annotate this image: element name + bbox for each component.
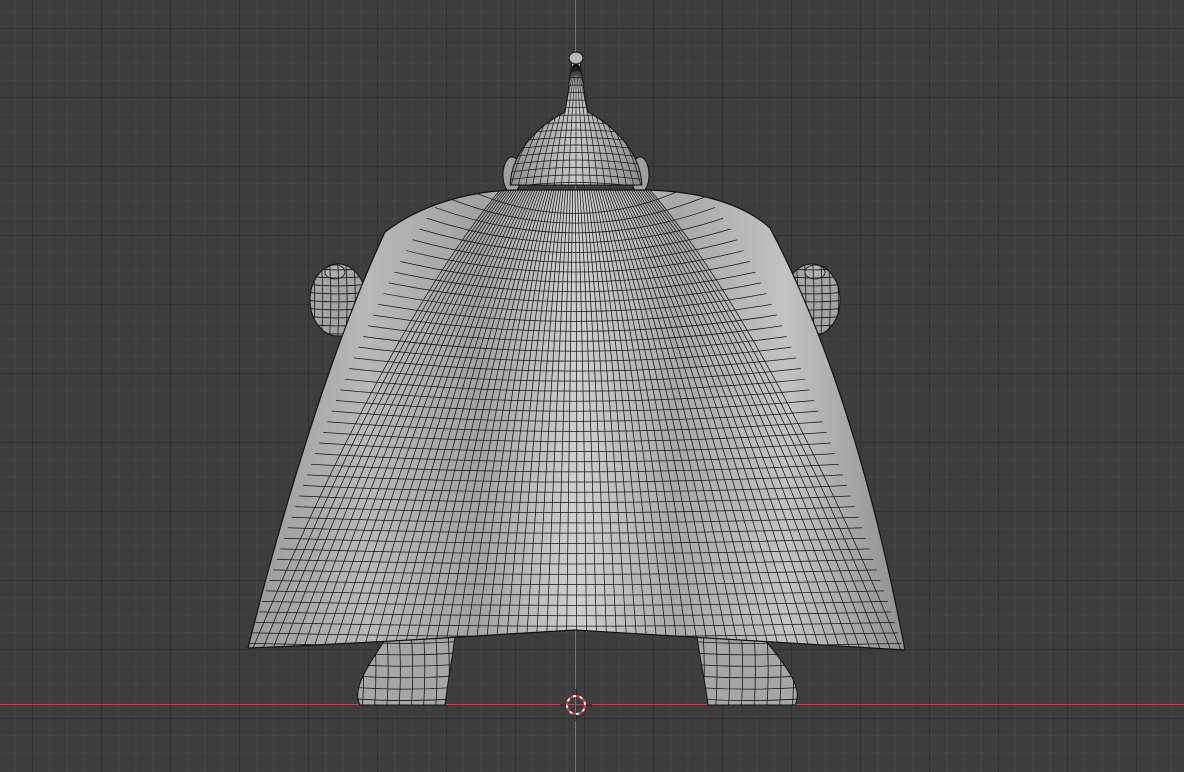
head bbox=[502, 51, 650, 194]
3d-viewport[interactable] bbox=[0, 0, 1184, 772]
spike-tip bbox=[568, 51, 584, 65]
character-mesh[interactable] bbox=[0, 0, 1184, 772]
3d-cursor-icon[interactable] bbox=[560, 689, 592, 721]
cloak bbox=[247, 189, 906, 651]
